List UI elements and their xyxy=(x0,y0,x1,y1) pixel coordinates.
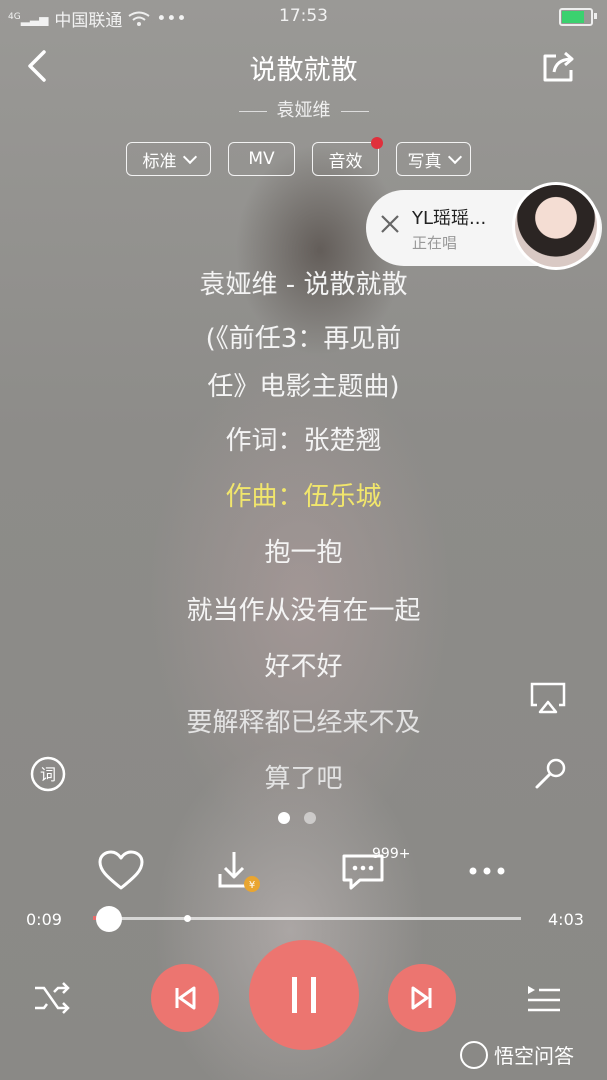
battery-icon xyxy=(559,8,597,26)
lyric-line: 要解释都已经来不及 xyxy=(186,708,421,738)
total-time: 4:03 xyxy=(548,910,584,929)
quality-dropdown[interactable]: 标准 xyxy=(126,142,211,176)
song-title: 说散就散 xyxy=(249,55,358,86)
heart-icon[interactable] xyxy=(96,848,146,894)
lyric-line: 好不好 xyxy=(264,652,343,682)
progress-buffer-marker xyxy=(184,915,191,922)
download-icon[interactable]: ¥ xyxy=(212,848,262,894)
progress-thumb[interactable] xyxy=(96,906,122,932)
shuffle-icon[interactable] xyxy=(32,980,72,1016)
previous-button[interactable] xyxy=(151,964,219,1032)
singer-status: 正在唱 xyxy=(412,234,458,252)
playlist-icon[interactable] xyxy=(524,978,564,1018)
more-icon[interactable] xyxy=(462,848,512,894)
pause-button[interactable] xyxy=(249,940,359,1050)
watermark: 悟空问答 xyxy=(460,1040,574,1069)
microphone-icon[interactable] xyxy=(530,754,570,794)
singer-name: YL瑶瑶... xyxy=(412,208,487,229)
lyric-line: 算了吧 xyxy=(264,764,343,794)
airplay-icon[interactable] xyxy=(528,678,568,718)
lyric-line: 抱一抱 xyxy=(264,538,343,568)
watermark-logo-icon xyxy=(460,1040,488,1069)
clock: 17:53 xyxy=(279,6,328,26)
svg-text:¥: ¥ xyxy=(249,880,255,891)
next-button[interactable] xyxy=(388,964,456,1032)
lyric-line: 就当作从没有在一起 xyxy=(186,596,421,626)
pause-icon xyxy=(292,977,316,1013)
status-bar: 4G▂▃▅ 中国联通 ••• 17:53 xyxy=(0,0,607,32)
chevron-down-icon xyxy=(447,149,462,165)
lyric-line: (《前任3：再见前 xyxy=(205,324,402,354)
close-icon[interactable] xyxy=(378,212,402,236)
lyric-line: 任》电影主题曲) xyxy=(207,372,400,402)
skip-back-icon xyxy=(175,986,196,1010)
sound-effect-button[interactable]: 音效 xyxy=(312,137,383,176)
lyric-line: 作词：张楚翘 xyxy=(225,426,382,456)
progress-track[interactable] xyxy=(93,917,521,920)
avatar[interactable] xyxy=(512,182,600,270)
photo-dropdown[interactable]: 写真 xyxy=(396,142,471,176)
live-singer-card[interactable]: YL瑶瑶... 正在唱 xyxy=(366,182,602,270)
share-icon[interactable] xyxy=(540,48,578,84)
artist-name[interactable]: 袁娅维 xyxy=(0,96,607,122)
notification-dot xyxy=(371,137,383,149)
page-indicator xyxy=(278,812,316,824)
mv-button[interactable]: MV xyxy=(228,142,295,176)
skip-forward-icon xyxy=(411,986,432,1010)
svg-text:词: 词 xyxy=(40,765,56,784)
chevron-down-icon xyxy=(182,149,197,165)
lyric-line-current: 作曲：伍乐城 xyxy=(225,482,382,512)
lyric-line: 袁娅维 - 说散就散 xyxy=(199,270,408,300)
current-time: 0:09 xyxy=(26,910,62,929)
comment-count-badge: 999+ xyxy=(372,846,411,862)
lyrics-icon[interactable]: 词 xyxy=(28,754,68,794)
